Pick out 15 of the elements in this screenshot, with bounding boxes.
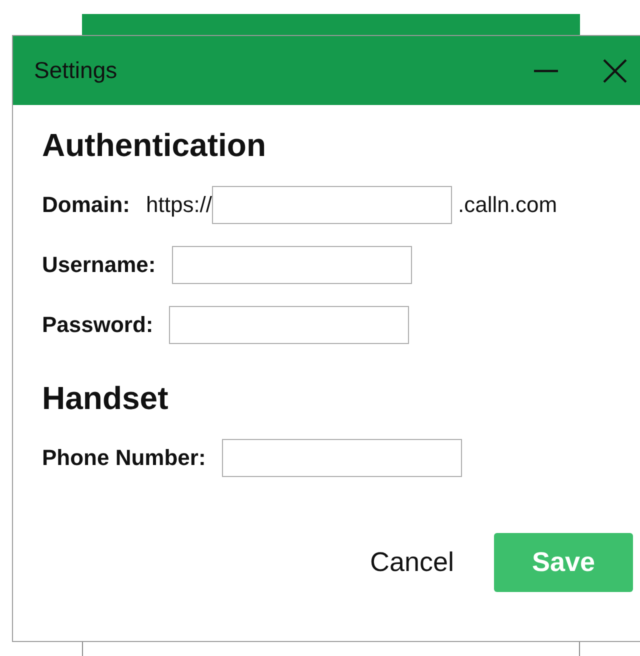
section-heading: Handset <box>42 380 170 417</box>
field-label: Password: <box>42 312 154 338</box>
input-field[interactable] <box>169 306 410 344</box>
section-heading: Authentication <box>42 127 267 164</box>
field-label: Username: <box>42 252 156 278</box>
window-title: Settings <box>34 57 118 84</box>
cancel-button[interactable]: Cancel <box>370 537 454 588</box>
field-label: Phone Number: <box>42 445 206 471</box>
field-label: Domain: <box>42 192 130 218</box>
url-prefix: https:// <box>146 192 212 218</box>
input-field[interactable] <box>212 186 452 224</box>
input-field[interactable] <box>222 439 462 477</box>
close-icon[interactable] <box>603 58 627 82</box>
url-suffix: .calln.com <box>458 192 558 218</box>
input-field[interactable] <box>172 246 412 284</box>
